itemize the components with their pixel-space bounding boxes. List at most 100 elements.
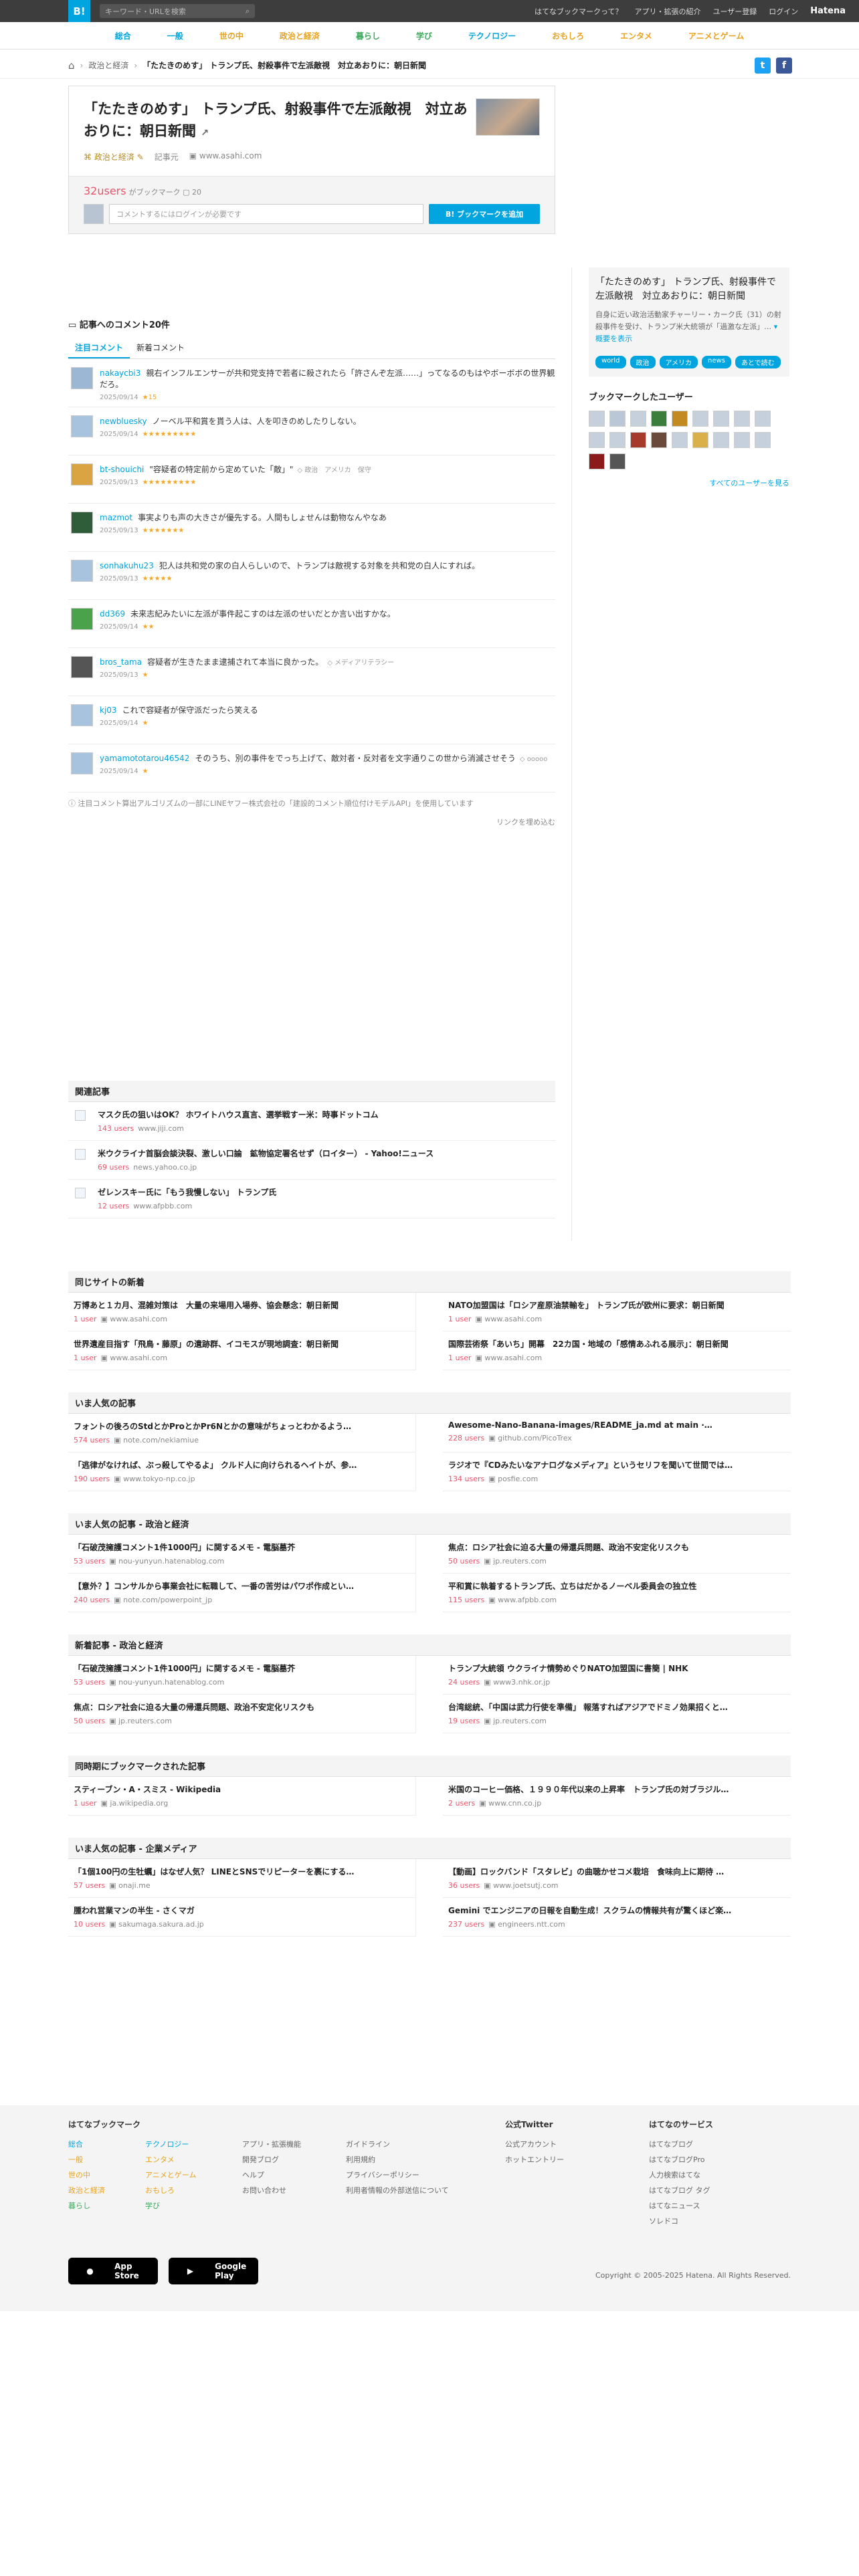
article-title[interactable]: Awesome-Nano-Banana-images/README_ja.md … [448,1420,785,1430]
article-item[interactable]: NATO加盟国は「ロシア産原油禁輸を」 トランプ氏が欧州に要求：朝日新聞 1 us… [443,1293,791,1331]
user-avatar[interactable] [589,411,605,427]
entry-title[interactable]: 「たたきのめす」 トランプ氏、射殺事件で左派敵視 対立あおりに：朝日新聞 ↗ [84,98,468,144]
article-item[interactable]: スティーブン・A・スミス - Wikipedia 1 user ▣ ja.wikip… [68,1777,416,1816]
article-title[interactable]: 平和賞に執着するトランプ氏、立ちはだかるノーベル委員会の独立性 [448,1580,785,1592]
user-avatar[interactable] [672,432,688,448]
article-title[interactable]: 【動画】ロックバンド「スタレビ」の曲聴かせコメ栽培 食味向上に期待 … [448,1866,785,1877]
article-domain[interactable]: github.com/PicoTrex [498,1434,572,1442]
footer-link[interactable]: お問い合わせ [242,2183,346,2198]
article-domain[interactable]: www.cnn.co.jp [488,1799,541,1808]
entry-category[interactable]: ⌘ 政治と経済 ✎ [84,151,144,163]
user-avatar[interactable] [713,432,729,448]
comment-date[interactable]: 2025/09/13 [100,575,138,582]
user-avatar[interactable] [630,411,646,427]
article-users[interactable]: 574 users [74,1436,110,1444]
article-title[interactable]: トランプ大統領 ウクライナ情勢めぐりNATO加盟国に書簡 | NHK [448,1662,785,1674]
user-avatar[interactable] [755,432,771,448]
search-icon[interactable]: ⌕ [246,7,250,16]
comment-date[interactable]: 2025/09/14 [100,720,138,727]
app-store-badge[interactable]: ● App Store [68,2258,158,2284]
article-users[interactable]: 24 users [448,1678,480,1687]
related-item-title[interactable]: ゼレンスキー氏に「もう我慢しない」 トランプ氏 [98,1186,276,1198]
category-tab-1[interactable]: 一般 [149,30,201,41]
article-users[interactable]: 57 users [74,1881,105,1890]
category-tab-3[interactable]: 政治と経済 [262,30,338,41]
article-users[interactable]: 50 users [448,1557,480,1566]
comment-username[interactable]: bros_tama [100,657,142,667]
comment-date[interactable]: 2025/09/14 [100,431,138,438]
hatena-brand[interactable]: Hatena [810,6,846,16]
comment-avatar[interactable] [71,463,93,486]
article-domain[interactable]: jp.reuters.com [493,1557,547,1566]
user-avatar[interactable] [755,411,771,427]
user-avatar[interactable] [589,432,605,448]
article-domain[interactable]: www.asahi.com [110,1354,167,1362]
category-tab-9[interactable]: アニメとゲーム [670,30,762,41]
sidebar-title[interactable]: 「たたきのめす」 トランプ氏、射殺事件で左派敵視 対立あおりに：朝日新聞 [595,276,783,304]
article-domain[interactable]: ja.wikipedia.org [110,1799,168,1808]
comment-avatar[interactable] [71,656,93,678]
comment-date[interactable]: 2025/09/13 [100,527,138,534]
article-item[interactable]: ラジオで『CDみたいなアナログなメディア』というセリフを聞いて世間では… 134 … [443,1453,791,1491]
comment-stars[interactable]: ★15 [142,394,157,401]
article-domain[interactable]: sakumaga.sakura.ad.jp [118,1920,204,1929]
comment-date[interactable]: 2025/09/13 [100,479,138,486]
footer-link[interactable]: ホットエントリー [505,2152,649,2167]
article-users[interactable]: 36 users [448,1881,480,1890]
category-tab-6[interactable]: テクノロジー [450,30,534,41]
user-avatar[interactable] [589,453,605,469]
comment-avatar[interactable] [71,752,93,774]
comment-tags[interactable]: ◇ 政治 アメリカ 保守 [297,467,371,474]
user-avatar[interactable] [713,411,729,427]
article-title[interactable]: 「石破茂擁護コメント1件1000円」に関するメモ - 電脳墓芥 [74,1662,410,1674]
comment-stars[interactable]: ★★★★★ [142,575,173,582]
tab-hot-comments[interactable]: 注目コメント [68,338,130,358]
comment-stars[interactable]: ★ [142,720,149,727]
article-domain[interactable]: www.afpbb.com [498,1596,557,1604]
search-input[interactable]: キーワード・URLを検索 ⌕ [100,4,255,18]
article-item[interactable]: 国際芸術祭「あいち」開幕 22カ国・地域の「感情あふれる展示」：朝日新聞 1 us… [443,1331,791,1370]
comment-date[interactable]: 2025/09/14 [100,394,138,401]
related-item-domain[interactable]: www.jiji.com [138,1124,184,1133]
entry-domain[interactable]: ▣ www.asahi.com [189,151,262,163]
article-title[interactable]: 国際芸術祭「あいち」開幕 22カ国・地域の「感情あふれる展示」：朝日新聞 [448,1338,785,1350]
home-icon[interactable]: ⌂ [68,60,75,72]
article-domain[interactable]: note.com/nekiamiue [123,1436,199,1444]
article-title[interactable]: 台湾総統、「中国は武力行使を準備」 報落すればアジアでドミノ効果招くと… [448,1701,785,1713]
tag-1[interactable]: 政治 [630,356,656,368]
article-title[interactable]: 米国のコーヒー価格、１９９０年代以来の上昇率 トランプ氏の対ブラジル… [448,1784,785,1795]
related-item-title[interactable]: マスク氏の狙いはOK？ ホワイトハウス直言、選挙戦すー米：時事ドットコム [98,1109,379,1120]
comment-date[interactable]: 2025/09/14 [100,623,138,631]
article-item[interactable]: 焦点：ロシア社会に迫る大量の帰還兵問題、政治不安定化リスクも 50 users ▣ … [68,1695,416,1733]
user-avatar[interactable] [734,432,750,448]
article-title[interactable]: 腫われ営業マンの半生 - さくマガ [74,1905,410,1916]
user-avatar[interactable] [651,411,667,427]
related-item-users[interactable]: 69 users [98,1163,129,1172]
footer-link[interactable]: はてなニュース [649,2198,713,2214]
article-domain[interactable]: www.joetsutj.com [493,1881,558,1890]
category-tab-2[interactable]: 世の中 [201,30,262,41]
article-users[interactable]: 190 users [74,1475,110,1483]
comment-date[interactable]: 2025/09/14 [100,768,138,775]
article-item[interactable]: 世界遺産目指す「飛鳥・藤原」の遺跡群、イコモスが現地調査：朝日新聞 1 user ▣… [68,1331,416,1370]
comment-username[interactable]: nakaycbi3 [100,368,140,378]
article-item[interactable]: 台湾総統、「中国は武力行使を準備」 報落すればアジアでドミノ効果招くと… 19 u… [443,1695,791,1733]
article-item[interactable]: 平和賞に執着するトランプ氏、立ちはだかるノーベル委員会の独立性 115 users… [443,1574,791,1612]
comment-input[interactable]: コメントするにはログインが必要です [109,204,423,224]
article-title[interactable]: 焦点：ロシア社会に迫る大量の帰還兵問題、政治不安定化リスクも [74,1701,410,1713]
all-users-link[interactable]: すべてのユーザーを見る [589,477,789,488]
article-users[interactable]: 115 users [448,1596,484,1604]
footer-link[interactable]: ヘルプ [242,2167,346,2183]
footer-category-3[interactable]: エンタメ [145,2152,242,2167]
add-bookmark-button[interactable]: B! ブックマークを追加 [429,204,540,224]
article-domain[interactable]: jp.reuters.com [493,1717,547,1725]
footer-link[interactable]: 利用者情報の外部送信について [346,2183,505,2198]
facebook-share-icon[interactable]: f [776,57,792,74]
article-item[interactable]: Awesome-Nano-Banana-images/README_ja.md … [443,1414,791,1453]
entry-thumbnail[interactable] [476,98,540,136]
article-users[interactable]: 1 user [448,1354,472,1362]
footer-category-5[interactable]: アニメとゲーム [145,2167,242,2183]
footer-category-1[interactable]: テクノロジー [145,2137,242,2152]
footer-category-8[interactable]: 暮らし [68,2198,145,2214]
breadcrumb-category[interactable]: 政治と経済 [88,60,128,71]
